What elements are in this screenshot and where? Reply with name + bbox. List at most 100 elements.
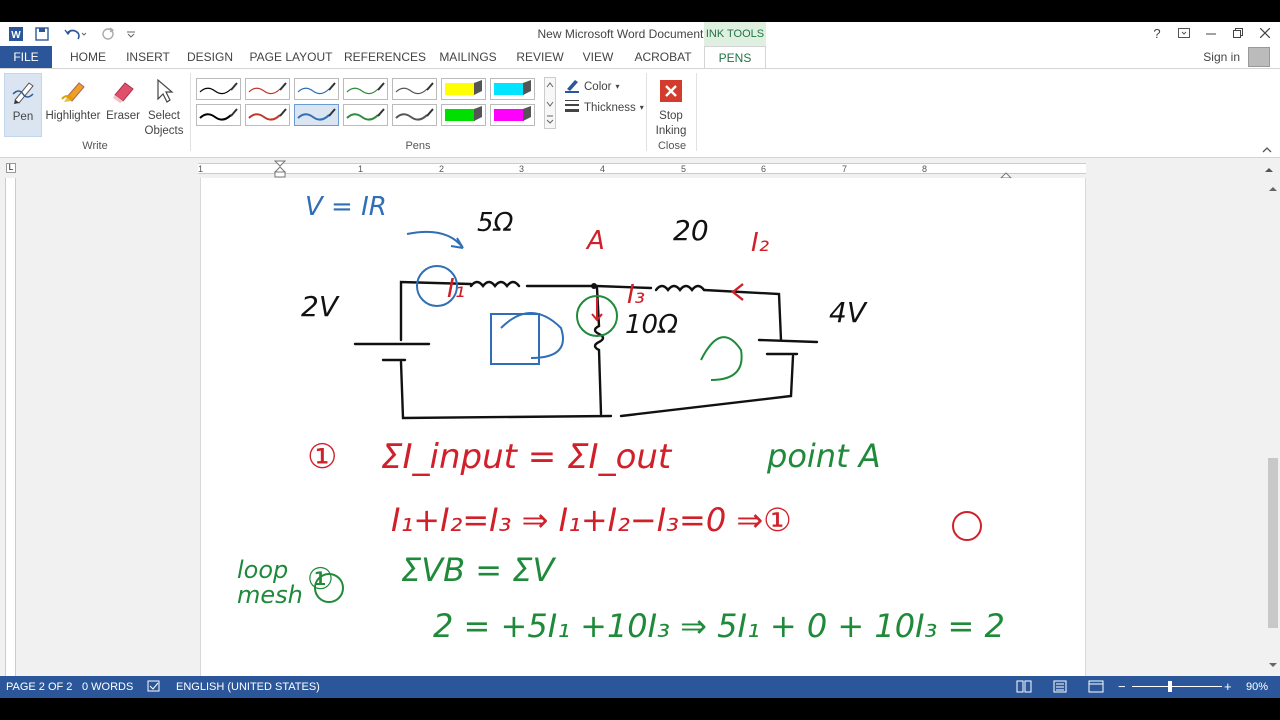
pen-swatch[interactable] xyxy=(490,78,535,100)
tab-references[interactable]: REFERENCES xyxy=(344,46,426,68)
stop-inking-button[interactable]: Stop Inking xyxy=(650,73,692,137)
sign-in-link[interactable]: Sign in xyxy=(1203,50,1240,64)
pen-swatch[interactable] xyxy=(441,78,486,100)
pen-swatch[interactable] xyxy=(294,104,339,126)
zoom-slider-thumb[interactable] xyxy=(1168,681,1172,692)
zoom-slider[interactable] xyxy=(1132,686,1222,687)
select-objects-button[interactable]: Select Objects xyxy=(144,73,184,137)
language-indicator[interactable]: ENGLISH (UNITED STATES) xyxy=(176,681,320,693)
highlighter-button[interactable]: Highlighter xyxy=(44,73,102,137)
pen-swatch-icon xyxy=(346,108,385,121)
pen-swatch[interactable] xyxy=(343,78,388,100)
ink-eq1-number: ① xyxy=(307,437,338,477)
tab-design[interactable]: DESIGN xyxy=(182,46,238,68)
tab-home[interactable]: HOME xyxy=(60,46,116,68)
ruler-tick-label: 5 xyxy=(681,164,687,174)
read-mode-icon[interactable] xyxy=(1016,680,1032,696)
pen-swatch[interactable] xyxy=(392,104,437,126)
ink-eq3: ΣVB = ΣV xyxy=(401,551,555,589)
pen-swatch-icon xyxy=(248,108,287,121)
zoom-level[interactable]: 90% xyxy=(1246,681,1268,693)
ink-eq2: I₁+I₂=I₃ ⇒ I₁+I₂−I₃=0 ⇒① xyxy=(391,501,792,539)
tab-insert[interactable]: INSERT xyxy=(122,46,174,68)
document-page[interactable]: V = IR 5Ω A 20 I₂ I₁ I₃ 2V 10Ω 4V ① ΣI_input = ΣI_o… xyxy=(200,178,1086,676)
ribbon-tabs: FILE HOME INSERT DESIGN PAGE LAYOUT REFE… xyxy=(0,46,1280,69)
ribbon: Pen Highlighter Eraser Select Objects Wr… xyxy=(0,68,1280,158)
print-layout-icon[interactable] xyxy=(1052,680,1068,696)
pen-swatch[interactable] xyxy=(245,104,290,126)
pen-button[interactable]: Pen xyxy=(4,73,42,137)
tab-pens[interactable]: PENS xyxy=(704,46,766,69)
ohm-arrow xyxy=(406,230,464,249)
close-group-label: Close xyxy=(657,140,687,152)
pen-swatch[interactable] xyxy=(490,104,535,126)
scroll-down-icon[interactable] xyxy=(1268,656,1278,674)
pen-swatch[interactable] xyxy=(294,78,339,100)
ink-tools-tab-group: INK TOOLS xyxy=(704,22,766,46)
tab-file[interactable]: FILE xyxy=(0,46,52,68)
thickness-icon xyxy=(564,99,580,116)
ink-i3-label: I₃ xyxy=(627,280,646,310)
pen-swatch[interactable] xyxy=(392,78,437,100)
eraser-button[interactable]: Eraser xyxy=(104,73,142,137)
color-label: Color xyxy=(584,80,612,93)
word-window: W New Microsoft Word Document - Word INK… xyxy=(0,22,1280,698)
ink-r2-label: 20 xyxy=(673,214,709,247)
word-count[interactable]: 0 WORDS xyxy=(82,681,133,693)
group-separator xyxy=(646,73,647,151)
restore-icon[interactable] xyxy=(1227,24,1249,44)
pen-swatch-icon xyxy=(346,82,385,95)
eraser-label: Eraser xyxy=(106,110,140,122)
pen-color-icon xyxy=(564,77,580,96)
vertical-scrollbar[interactable] xyxy=(1266,178,1280,676)
page-count[interactable]: PAGE 2 OF 2 xyxy=(6,681,72,693)
tab-view[interactable]: VIEW xyxy=(576,46,620,68)
close-icon[interactable] xyxy=(1254,24,1276,44)
minimize-icon[interactable] xyxy=(1200,24,1222,44)
node-a-dot xyxy=(591,283,597,289)
ribbon-display-options-icon[interactable] xyxy=(1173,24,1195,44)
scrollbar-thumb[interactable] xyxy=(1268,458,1278,628)
thickness-button[interactable]: Thickness ▾ xyxy=(564,99,644,116)
scroll-up-icon[interactable] xyxy=(1268,180,1278,198)
i3-arrow xyxy=(591,298,603,322)
tab-page-layout[interactable]: PAGE LAYOUT xyxy=(248,46,334,68)
tab-mailings[interactable]: MAILINGS xyxy=(434,46,502,68)
ink-loop-label: loop mesh xyxy=(237,556,303,610)
mesh-loop-box xyxy=(490,313,540,365)
zoom-in-icon[interactable]: + xyxy=(1224,679,1232,694)
ruler-tick-label: 2 xyxy=(439,164,445,174)
highlighter-label: Highlighter xyxy=(45,110,101,122)
zoom-out-icon[interactable]: − xyxy=(1118,679,1126,694)
ruler-tick-label: 8 xyxy=(922,164,928,174)
ink-i2-label: I₂ xyxy=(751,228,770,258)
group-separator xyxy=(696,73,697,151)
proofing-icon[interactable] xyxy=(147,679,161,696)
ruler-tick-label: 1 xyxy=(198,164,204,174)
window-title: New Microsoft Word Document - Word xyxy=(537,27,743,41)
tab-review[interactable]: REVIEW xyxy=(512,46,568,68)
pen-swatch[interactable] xyxy=(196,78,241,100)
pen-swatch[interactable] xyxy=(245,78,290,100)
tab-acrobat[interactable]: ACROBAT xyxy=(630,46,696,68)
ink-eq3-number: ① xyxy=(307,562,334,597)
tab-selector-icon[interactable]: L xyxy=(6,163,16,173)
ink-drawing xyxy=(314,230,982,603)
gallery-scroll[interactable] xyxy=(544,77,556,129)
highlighter-icon xyxy=(44,73,102,109)
collapse-ribbon-icon[interactable] xyxy=(1262,141,1272,159)
status-bar: PAGE 2 OF 2 0 WORDS ENGLISH (UNITED STAT… xyxy=(0,676,1280,698)
pen-swatch[interactable] xyxy=(441,104,486,126)
pen-swatch[interactable] xyxy=(196,104,241,126)
vertical-ruler[interactable] xyxy=(5,178,16,676)
pen-swatch[interactable] xyxy=(343,104,388,126)
web-layout-icon[interactable] xyxy=(1088,680,1104,696)
stop-inking-icon xyxy=(650,73,692,109)
chevron-down-icon: ▾ xyxy=(639,103,644,112)
help-button[interactable]: ? xyxy=(1146,24,1168,44)
color-button[interactable]: Color ▾ xyxy=(564,77,620,96)
ink-node-a: A xyxy=(587,226,605,256)
avatar[interactable] xyxy=(1248,47,1270,67)
horizontal-ruler[interactable]: L 1 1 2 3 4 5 6 7 8 xyxy=(0,158,1280,179)
thickness-label: Thickness xyxy=(584,101,636,114)
